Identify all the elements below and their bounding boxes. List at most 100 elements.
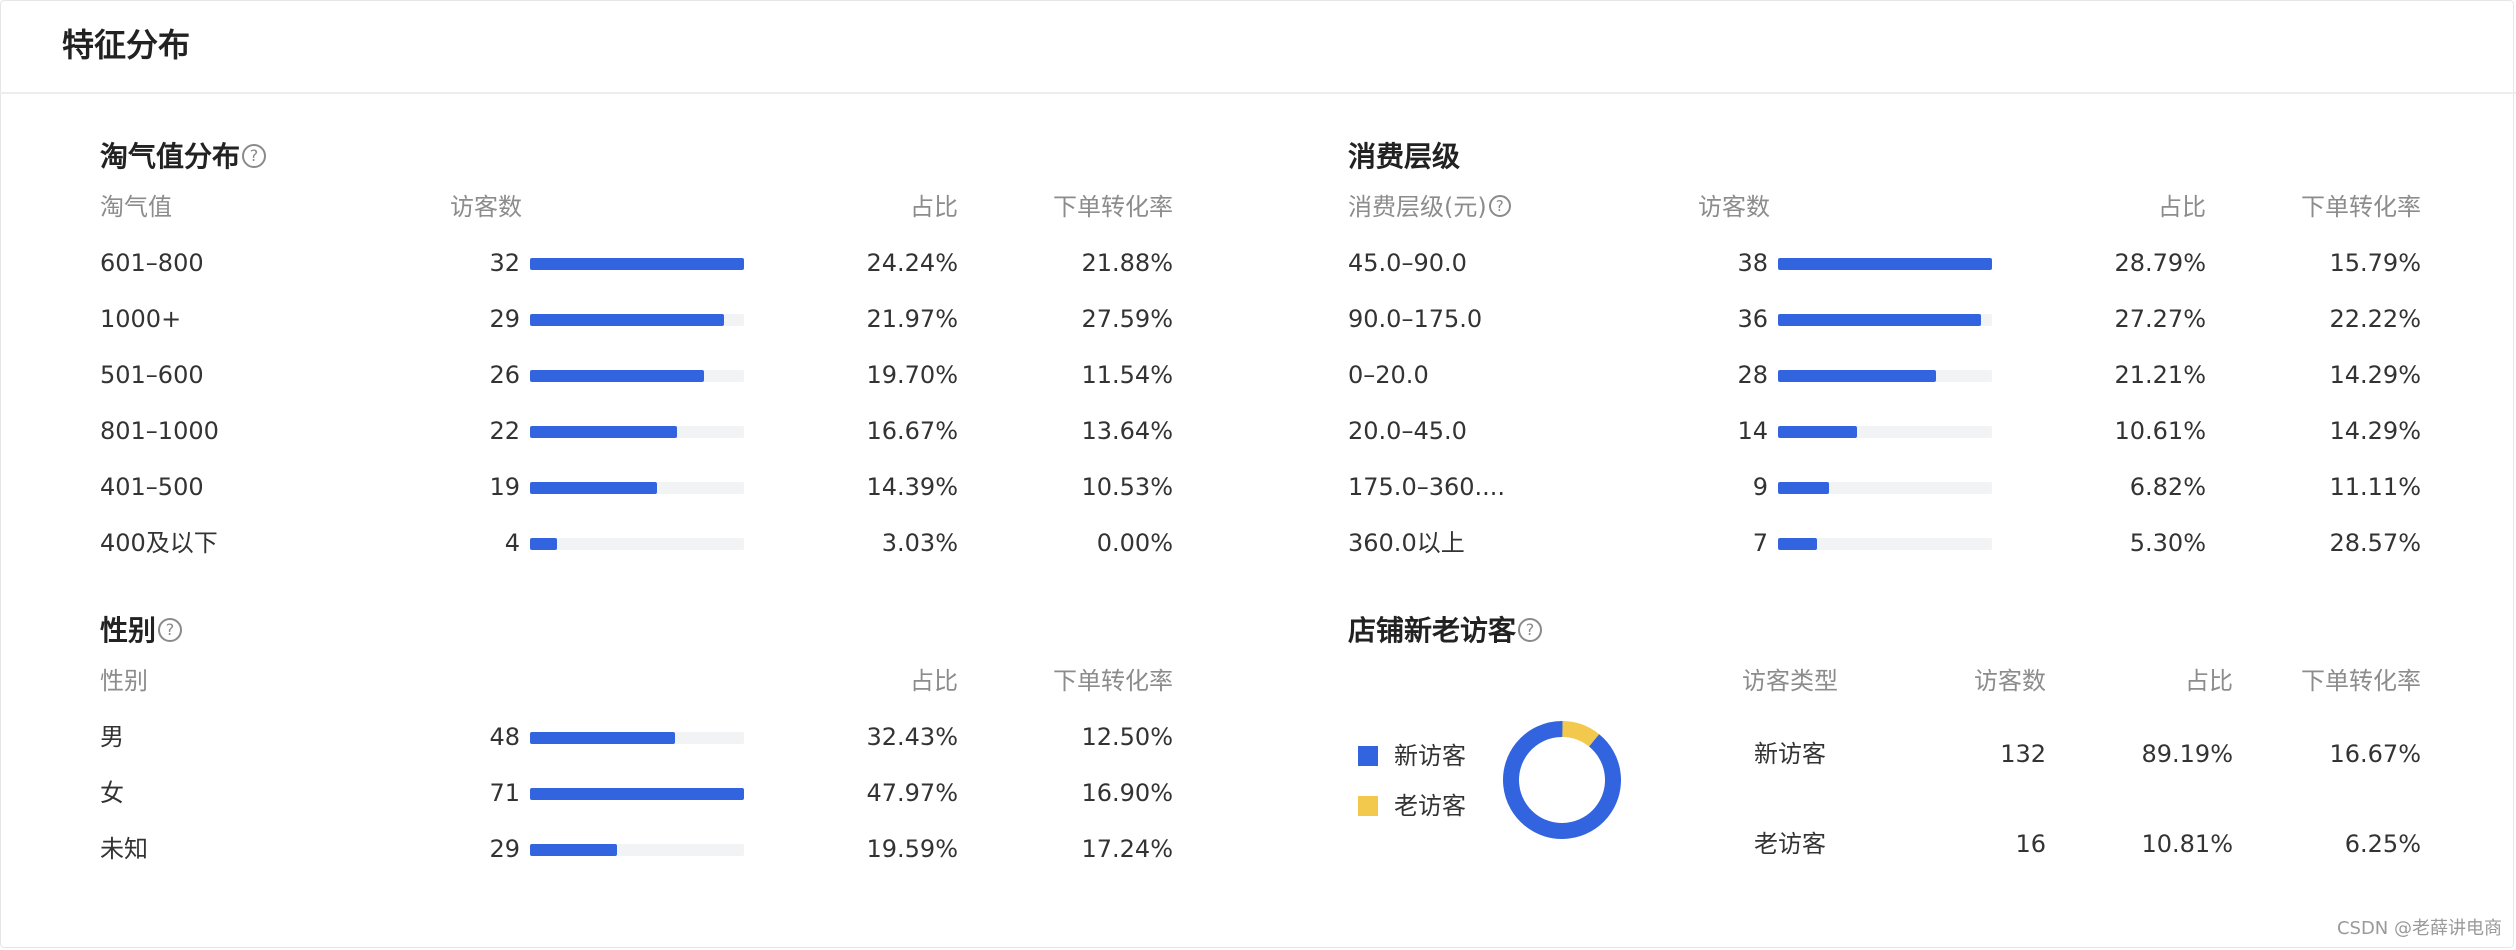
bar-fill [530,482,657,494]
bar-fill [1778,538,1817,550]
visitor-type-section-title: 店铺新老访客? [1348,611,1543,651]
taoqi-header-value: 淘气值 [100,193,172,221]
legend-label-new[interactable]: 新访客 [1394,739,1466,773]
row-visitors: 14 [1737,417,1768,445]
bar-fill [1778,426,1857,438]
bar-fill [530,538,557,550]
bar-fill [530,732,675,744]
row-share: 21.97% [866,305,958,333]
bar-fill [530,314,724,326]
visitor-type-row-label: 老访客 [1754,830,1826,858]
row-share: 16.67% [866,417,958,445]
row-conv: 21.88% [1081,249,1173,277]
row-label: 1000+ [100,305,182,333]
bar-track [1778,482,1992,494]
row-conv: 16.90% [1081,779,1173,807]
row-label: 360.0以上 [1348,529,1465,557]
row-conv: 12.50% [1081,723,1173,751]
row-conv: 28.57% [2329,529,2421,557]
taoqi-title: 淘气值分布 [100,140,241,173]
row-conv: 27.59% [1081,305,1173,333]
spend-header-share: 占比 [2158,193,2206,221]
visitor-type-donut-chart [1497,715,1627,845]
row-label: 90.0–175.0 [1348,305,1483,333]
help-icon[interactable]: ? [242,144,267,168]
row-conv: 14.29% [2329,417,2421,445]
visitor-type-row-visitors: 16 [2015,830,2046,858]
visitor-type-row-share: 10.81% [2141,830,2233,858]
bar-track [530,426,744,438]
gender-header-conv: 下单转化率 [1053,667,1173,695]
row-visitors: 48 [489,723,520,751]
row-label: 20.0–45.0 [1348,417,1467,445]
row-visitors: 9 [1752,473,1768,501]
help-icon[interactable]: ? [158,618,183,642]
donut-slice-new[interactable] [1497,715,1627,845]
help-icon[interactable]: ? [1518,618,1543,642]
row-visitors: 29 [489,305,520,333]
bar-track [1778,426,1992,438]
help-icon[interactable]: ? [1488,195,1511,217]
row-share: 6.82% [2129,473,2206,501]
spend-title: 消费层级 [1348,140,1461,173]
row-share: 19.59% [866,835,958,863]
row-visitors: 32 [489,249,520,277]
bar-fill [1778,370,1936,382]
row-label: 501–600 [100,361,204,389]
row-visitors: 26 [489,361,520,389]
gender-header-share: 占比 [910,667,958,695]
legend-label-old[interactable]: 老访客 [1394,789,1466,823]
visitor-type-row-share: 89.19% [2141,740,2233,768]
row-conv: 15.79% [2329,249,2421,277]
visitor-type-row-conv: 16.67% [2329,740,2421,768]
row-share: 3.03% [881,529,958,557]
row-visitors: 4 [504,529,520,557]
taoqi-header-share: 占比 [910,193,958,221]
row-label: 45.0–90.0 [1348,249,1467,277]
row-share: 27.27% [2114,305,2206,333]
visitor-type-header-visitors: 访客数 [1974,667,2046,695]
bar-track [530,258,744,270]
bar-track [530,844,744,856]
row-label: 男 [100,723,124,751]
visitor-type-row-label: 新访客 [1754,740,1826,768]
spend-header-conv: 下单转化率 [2301,193,2421,221]
row-conv: 0.00% [1096,529,1173,557]
row-label: 601–800 [100,249,204,277]
row-share: 5.30% [2129,529,2206,557]
row-share: 47.97% [866,779,958,807]
row-conv: 10.53% [1081,473,1173,501]
row-label: 801–1000 [100,417,219,445]
visitor-type-row-visitors: 132 [2000,740,2046,768]
bar-track [1778,538,1992,550]
bar-fill [530,426,677,438]
taoqi-section-title: 淘气值分布? [100,137,267,177]
bar-fill [1778,482,1829,494]
visitor-type-header-share: 占比 [2185,667,2233,695]
bar-fill [1778,258,1992,270]
row-label: 女 [100,779,124,807]
bar-track [530,538,744,550]
row-visitors: 71 [489,779,520,807]
row-conv: 17.24% [1081,835,1173,863]
bar-track [1778,258,1992,270]
row-share: 14.39% [866,473,958,501]
taoqi-header-conv: 下单转化率 [1053,193,1173,221]
row-conv: 11.54% [1081,361,1173,389]
bar-fill [530,844,617,856]
bar-track [530,788,744,800]
row-visitors: 29 [489,835,520,863]
visitor-type-row-conv: 6.25% [2344,830,2421,858]
row-visitors: 38 [1737,249,1768,277]
page-header: 特征分布 [0,0,2516,94]
row-share: 28.79% [2114,249,2206,277]
watermark: CSDN @老薛讲电商 [2336,918,2502,939]
row-conv: 11.11% [2329,473,2421,501]
bar-fill [530,788,744,800]
bar-track [530,314,744,326]
legend-swatch-new [1358,746,1378,766]
row-share: 21.21% [2114,361,2206,389]
spend-section-title: 消费层级 [1348,137,1460,177]
bar-track [530,732,744,744]
row-visitors: 36 [1737,305,1768,333]
